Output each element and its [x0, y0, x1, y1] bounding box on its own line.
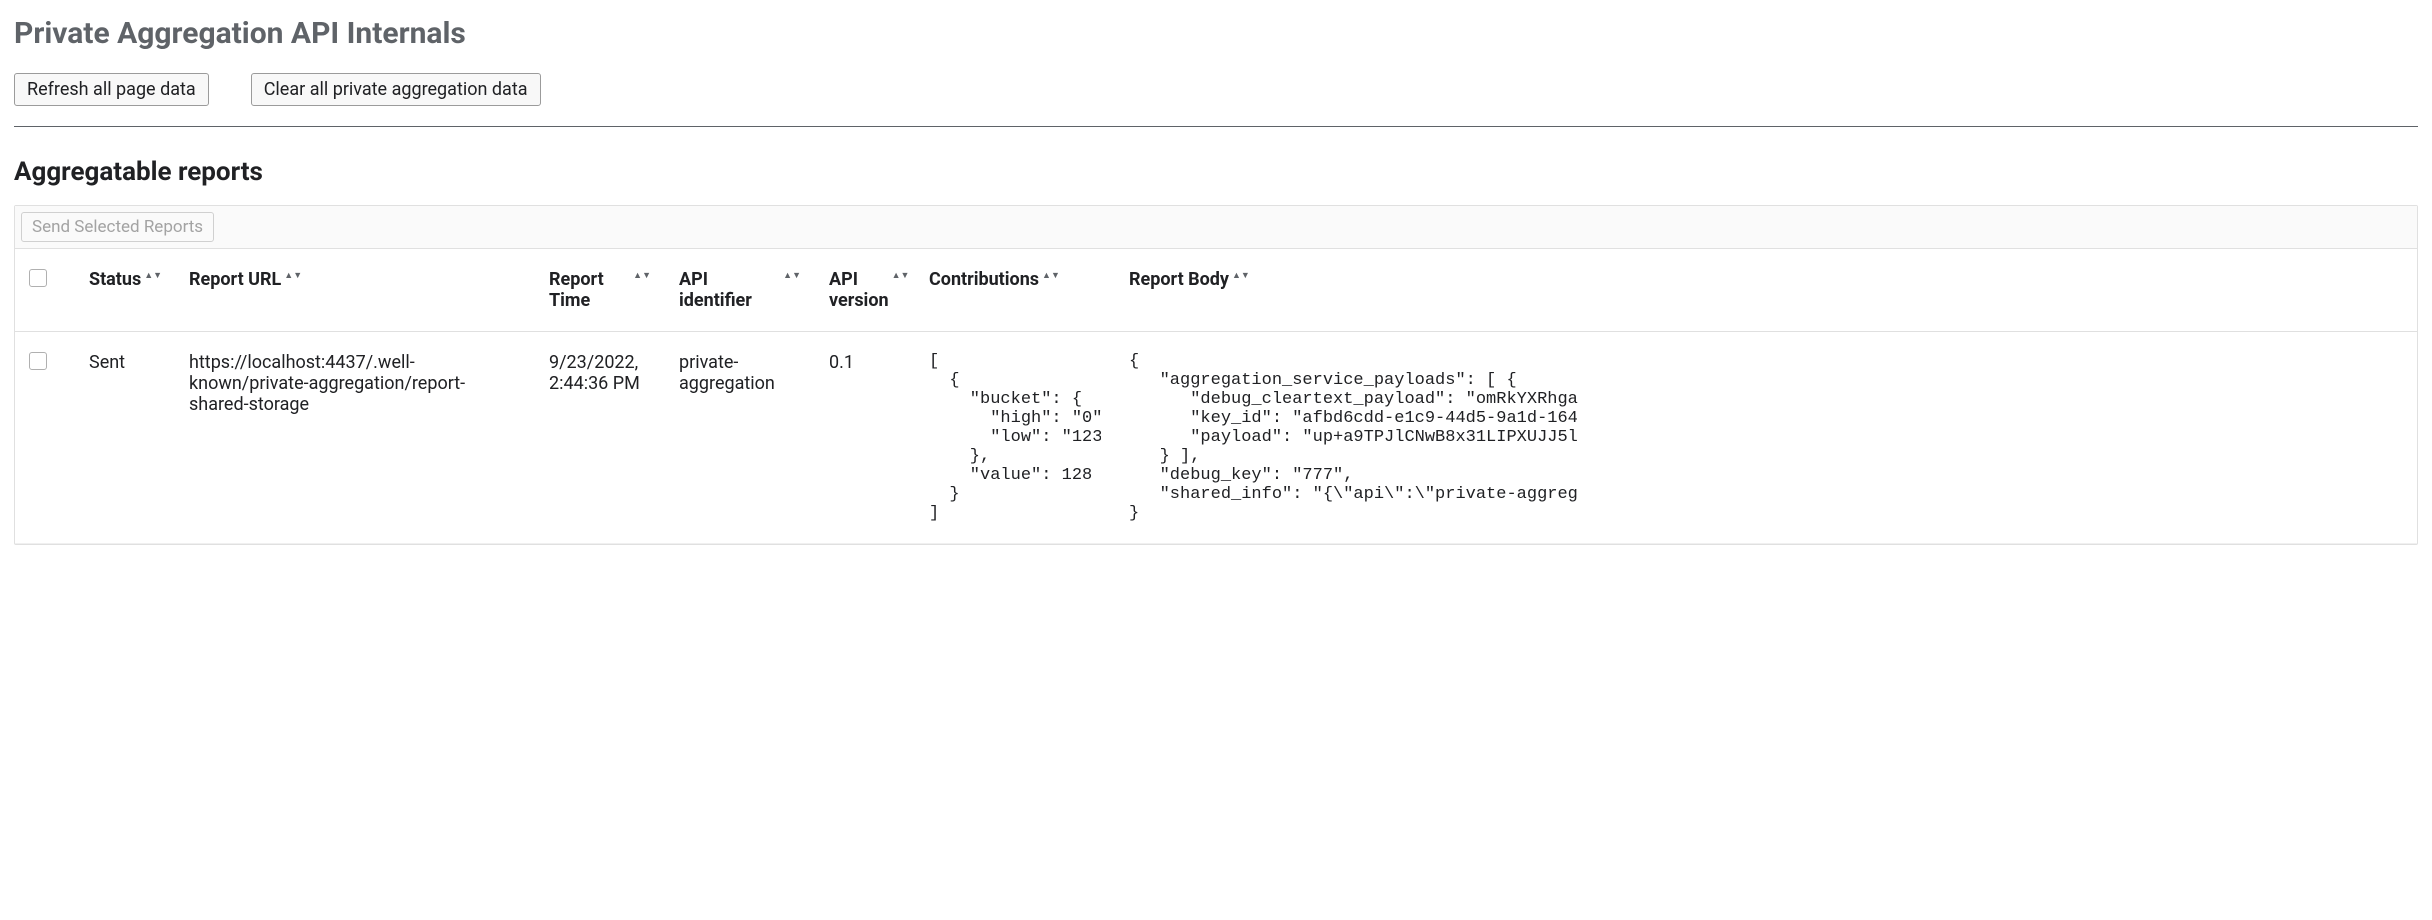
cell-contributions: [ { "bucket": { "high": "0", "low": "123…	[915, 332, 1115, 544]
column-header-report-body[interactable]: Report Body ▲▼	[1115, 249, 2417, 332]
row-checkbox[interactable]	[29, 352, 47, 370]
column-header-api-identifier-label: API identifier	[679, 269, 780, 311]
column-header-api-version-label: API version	[829, 269, 889, 311]
table-row: Sent https://localhost:4437/.well-known/…	[15, 332, 2417, 544]
cell-api-version: 0.1	[815, 332, 915, 544]
sort-icon: ▲▼	[144, 273, 162, 279]
sort-icon: ▲▼	[1232, 273, 1250, 279]
column-header-contributions-label: Contributions	[929, 269, 1039, 290]
column-header-report-url[interactable]: Report URL ▲▼	[175, 249, 535, 332]
cell-report-url: https://localhost:4437/.well-known/priva…	[175, 332, 535, 544]
column-header-status-label: Status	[89, 269, 141, 290]
refresh-button[interactable]: Refresh all page data	[14, 73, 209, 106]
select-all-checkbox[interactable]	[29, 269, 47, 287]
send-selected-button: Send Selected Reports	[21, 212, 214, 242]
column-header-api-version[interactable]: API version ▲▼	[815, 249, 915, 332]
cell-report-time: 9/23/2022, 2:44:36 PM	[535, 332, 665, 544]
page-title: Private Aggregation API Internals	[14, 16, 2418, 51]
column-header-report-time[interactable]: Report Time ▲▼	[535, 249, 665, 332]
column-header-checkbox	[15, 249, 75, 332]
cell-api-identifier: private-aggregation	[665, 332, 815, 544]
column-header-api-identifier[interactable]: API identifier ▲▼	[665, 249, 815, 332]
sort-icon: ▲▼	[783, 273, 801, 279]
divider	[14, 126, 2418, 127]
contributions-pre: [ { "bucket": { "high": "0", "low": "123…	[929, 352, 1101, 523]
sort-icon: ▲▼	[633, 273, 651, 279]
reports-table: Status ▲▼ Report URL ▲▼ Report Time ▲▼	[15, 249, 2417, 544]
column-header-contributions[interactable]: Contributions ▲▼	[915, 249, 1115, 332]
top-button-row: Refresh all page data Clear all private …	[14, 73, 2418, 106]
column-header-report-time-label: Report Time	[549, 269, 630, 311]
clear-data-button[interactable]: Clear all private aggregation data	[251, 73, 541, 106]
cell-status: Sent	[75, 332, 175, 544]
reports-table-card: Send Selected Reports Status ▲▼	[14, 205, 2418, 545]
cell-report-body: { "aggregation_service_payloads": [ { "d…	[1115, 332, 2417, 544]
sort-icon: ▲▼	[284, 273, 302, 279]
column-header-report-url-label: Report URL	[189, 269, 281, 290]
column-header-report-body-label: Report Body	[1129, 269, 1229, 290]
table-toolbar: Send Selected Reports	[15, 206, 2417, 249]
sort-icon: ▲▼	[1042, 273, 1060, 279]
section-title: Aggregatable reports	[14, 157, 2418, 187]
report-body-pre: { "aggregation_service_payloads": [ { "d…	[1129, 352, 2403, 523]
column-header-status[interactable]: Status ▲▼	[75, 249, 175, 332]
sort-icon: ▲▼	[892, 273, 910, 279]
